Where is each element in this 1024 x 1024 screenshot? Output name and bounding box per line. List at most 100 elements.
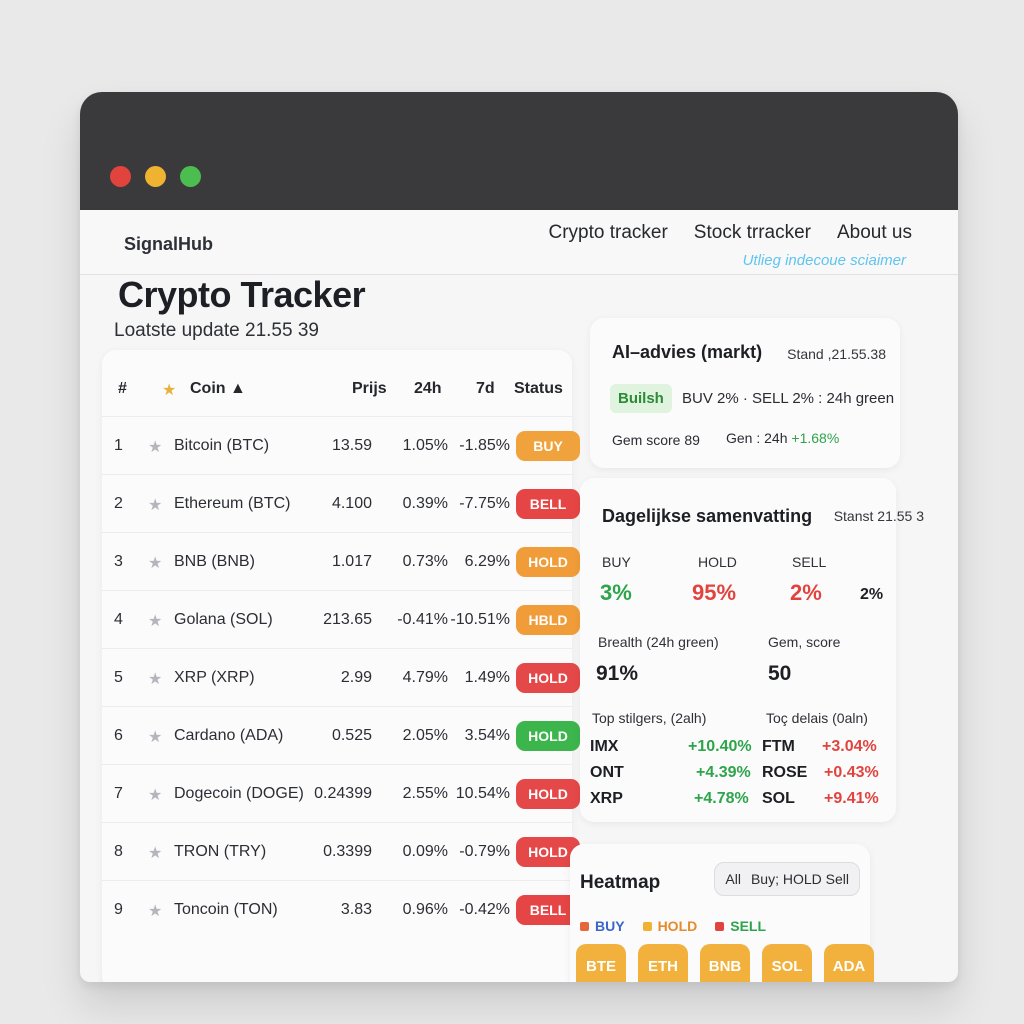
status-badge[interactable]: HOLD	[516, 663, 580, 693]
row-number: 4	[114, 611, 123, 628]
table-row[interactable]: 6 ★ Cardano (ADA) 0.525 2.05% 3.54% HOLD	[102, 706, 580, 765]
table-row[interactable]: 2 ★ Ethereum (BTC) 4.100 0.39% -7.75% BELL	[102, 474, 580, 533]
status-badge[interactable]: HOLD	[516, 721, 580, 751]
star-icon[interactable]: ★	[148, 611, 162, 631]
column-header-24h[interactable]: 24h	[414, 380, 442, 398]
table-row[interactable]: 9 ★ Toncoin (TON) 3.83 0.96% -0.42% BELL	[102, 880, 580, 939]
last-update-text: Loatste update 21.55 39	[114, 320, 319, 341]
status-badge[interactable]: BUY	[516, 431, 580, 461]
row-number: 6	[114, 727, 123, 744]
star-icon[interactable]: ★	[148, 785, 162, 805]
change-24h: 0.73%	[402, 553, 448, 570]
star-icon[interactable]: ★	[148, 727, 162, 747]
change-24h: 4.79%	[402, 669, 448, 686]
browser-window: SignalHub Crypto tracker Stock trracker …	[80, 92, 958, 982]
nav-link-stock-tracker[interactable]: Stock trracker	[694, 222, 811, 244]
ai-gen-change: Gen : 24h +1.68%	[726, 430, 839, 446]
maximize-window-button[interactable]	[180, 166, 201, 187]
heatmap-tile[interactable]: ETH	[638, 944, 688, 982]
heatmap-tile[interactable]: BNB	[700, 944, 750, 982]
breadth-value: 91%	[596, 662, 639, 685]
daily-summary-card: Dagelijkse samenvatting Stanst 21.55 3 B…	[580, 478, 924, 822]
ai-advice-timestamp: Stand ,21.55.38	[787, 346, 886, 362]
status-badge[interactable]: HBLD	[516, 605, 580, 635]
nav-link-crypto-tracker[interactable]: Crypto tracker	[548, 222, 667, 244]
change-7d: -1.85%	[459, 437, 510, 454]
change-7d: 10.54%	[455, 785, 510, 802]
change-24h: -0.41%	[397, 611, 448, 628]
change-7d: 6.29%	[464, 553, 510, 570]
column-header-7d[interactable]: 7d	[476, 380, 495, 398]
table-row[interactable]: 4 ★ Golana (SOL) 213.65 -0.41% -10.51% HBLD	[102, 590, 580, 649]
ai-gen-value: +1.68%	[791, 430, 840, 446]
table-row[interactable]: 5 ★ XRP (XRP) 2.99 4.79% 1.49% HOLD	[102, 648, 580, 707]
buy-label: BUY	[602, 554, 631, 570]
filter-all[interactable]: All	[725, 871, 741, 887]
change-7d: -7.75%	[459, 495, 510, 512]
star-icon[interactable]: ★	[162, 380, 176, 400]
column-header-status[interactable]: Status	[514, 380, 563, 398]
loser-symbol[interactable]: SOL	[762, 790, 795, 808]
table-row[interactable]: 1 ★ Bitcoin (BTC) 13.59 1.05% -1.85% BUY	[102, 416, 580, 475]
coin-price: 1.017	[331, 553, 372, 570]
title-bar	[80, 92, 958, 210]
gainer-change: +4.78%	[694, 790, 749, 807]
column-header-price[interactable]: Prijs	[352, 380, 387, 398]
star-icon[interactable]: ★	[148, 901, 162, 921]
column-header-number[interactable]: #	[118, 380, 127, 398]
heatmap-card: Heatmap All Buy; HOLD Sell BUY HOLD SELL…	[570, 844, 874, 982]
gainer-symbol[interactable]: IMX	[590, 738, 618, 756]
status-badge[interactable]: HOLD	[516, 547, 580, 577]
gainer-symbol[interactable]: ONT	[590, 764, 624, 782]
minimize-window-button[interactable]	[145, 166, 166, 187]
table-row[interactable]: 7 ★ Dogecoin (DOGE) 0.24399 2.55% 10.54% HOLD	[102, 764, 580, 823]
change-24h: 0.96%	[402, 901, 448, 918]
table-row[interactable]: 8 ★ TRON (TRY) 0.3399 0.09% -0.79% HOLD	[102, 822, 580, 881]
filter-options[interactable]: Buy; HOLD Sell	[751, 871, 849, 887]
coin-price: 3.83	[340, 901, 372, 918]
status-badge[interactable]: BELL	[516, 489, 580, 519]
breadth-label: Brealth (24h green)	[598, 634, 719, 650]
coin-price: 13.59	[331, 437, 372, 454]
brand-logo[interactable]: SignalHub	[124, 234, 213, 255]
star-icon[interactable]: ★	[148, 669, 162, 689]
disclaimer-link[interactable]: Utlieg indecoue sciaimer	[743, 252, 906, 269]
heatmap-tile[interactable]: BTE	[576, 944, 626, 982]
summary-timestamp: Stanst 21.55 3	[833, 508, 924, 524]
close-window-button[interactable]	[110, 166, 131, 187]
coin-name: BNB (BNB)	[174, 553, 255, 570]
loser-symbol[interactable]: FTM	[762, 738, 795, 756]
legend-hold-label: HOLD	[657, 918, 698, 934]
change-7d: 1.49%	[464, 669, 510, 686]
table-header: # ★ Coin ▲ Prijs 24h 7d Status	[102, 368, 572, 412]
coin-name: TRON (TRY)	[174, 843, 267, 860]
legend-hold: HOLD	[642, 918, 698, 934]
heatmap-tile[interactable]: ADA	[824, 944, 874, 982]
sell-label: SELL	[792, 554, 827, 570]
star-icon[interactable]: ★	[148, 843, 162, 863]
row-number: 1	[114, 437, 123, 454]
gainer-symbol[interactable]: XRP	[590, 790, 623, 808]
status-badge[interactable]: HOLD	[516, 779, 580, 809]
heatmap-title: Heatmap	[580, 872, 661, 893]
gainer-change: +10.40%	[688, 738, 752, 755]
table-row[interactable]: 3 ★ BNB (BNB) 1.017 0.73% 6.29% HOLD	[102, 532, 580, 591]
coin-name: XRP (XRP)	[174, 669, 255, 686]
legend-sell-label: SELL	[730, 918, 767, 934]
change-24h: 0.39%	[402, 495, 448, 512]
star-icon[interactable]: ★	[148, 553, 162, 573]
loser-change: +0.43%	[824, 764, 879, 781]
sell-percentage: 2%	[790, 580, 822, 605]
change-7d: -10.51%	[450, 611, 510, 628]
star-icon[interactable]: ★	[148, 437, 162, 457]
avg-score-label: Gem, score	[768, 634, 841, 650]
heatmap-tile[interactable]: SOL	[762, 944, 812, 982]
column-header-coin[interactable]: Coin ▲	[190, 380, 246, 398]
ai-score: Gem score 89	[612, 432, 700, 448]
nav-link-about-us[interactable]: About us	[837, 222, 912, 244]
coin-price: 0.525	[331, 727, 372, 744]
coin-name: Cardano (ADA)	[174, 727, 284, 744]
loser-symbol[interactable]: ROSE	[762, 764, 807, 782]
change-7d: -0.79%	[459, 843, 510, 860]
star-icon[interactable]: ★	[148, 495, 162, 515]
